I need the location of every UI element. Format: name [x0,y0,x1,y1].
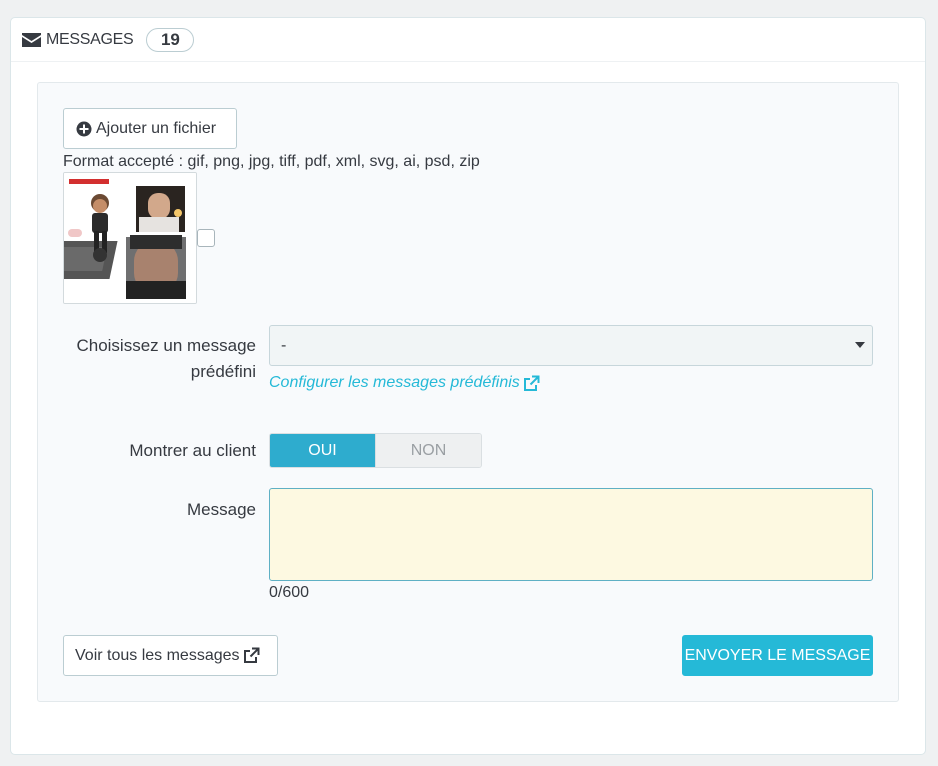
toggle-no[interactable]: NON [375,434,481,467]
message-textarea[interactable] [269,488,873,581]
predefined-message-select[interactable]: - [269,325,873,366]
envelope-icon [22,32,41,47]
accepted-formats-text: Format accepté : gif, png, jpg, tiff, pd… [63,153,480,170]
panel-heading: MESSAGES 19 [11,18,925,62]
external-link-icon [523,375,540,391]
attachment-image [64,173,196,303]
attachment-thumbnail[interactable] [63,172,197,304]
predefined-message-label: Choisissez un message prédéfini [76,336,256,381]
message-label: Message [187,500,256,519]
panel-title: MESSAGES [46,30,134,48]
character-counter: 0/600 [269,584,310,601]
plus-circle-icon [76,121,92,136]
show-customer-toggle: OUI NON [269,433,482,468]
add-file-button[interactable]: Ajouter un fichier [63,108,237,149]
view-all-messages-label: Voir tous les messages [75,646,240,664]
predefined-message-value: - [281,336,287,354]
message-count-badge: 19 [146,27,195,52]
messages-panel: MESSAGES 19 Ajouter un fichier Format ac… [10,17,926,755]
message-form: Ajouter un fichier Format accepté : gif,… [37,82,899,702]
toggle-yes[interactable]: OUI [270,434,375,467]
configure-predefined-label: Configurer les messages prédéfinis [269,374,520,391]
caret-down-icon [855,342,865,348]
configure-predefined-link[interactable]: Configurer les messages prédéfinis [269,374,540,392]
send-message-button[interactable]: ENVOYER LE MESSAGE [682,635,873,676]
add-file-label: Ajouter un fichier [96,119,217,137]
show-customer-label: Montrer au client [129,441,256,460]
attachment-checkbox[interactable] [197,229,215,247]
view-all-messages-button[interactable]: Voir tous les messages [63,635,278,676]
external-link-icon [243,647,260,663]
